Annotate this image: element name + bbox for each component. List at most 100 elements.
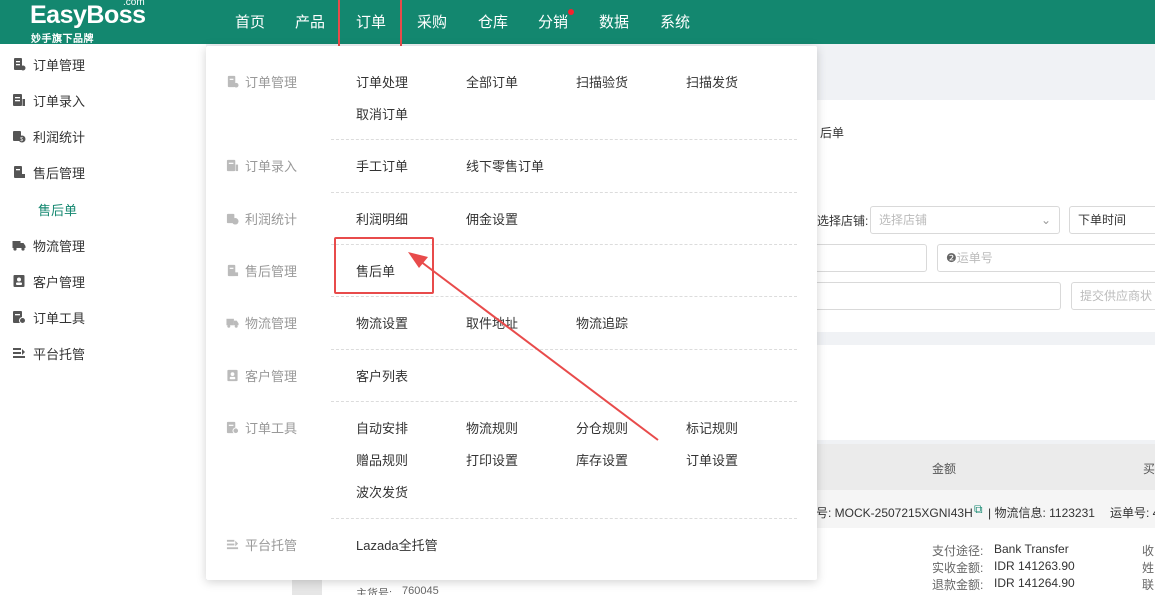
payment-label: 支付途径: bbox=[932, 544, 984, 558]
menu-link-logistics-settings[interactable]: 物流设置 bbox=[356, 313, 408, 332]
menu-group-label: 客户管理 bbox=[245, 369, 298, 384]
sidebar-item-aftersale-order[interactable]: 售后单 bbox=[0, 191, 206, 227]
menu-link-lazada-hosting[interactable]: Lazada全托管 bbox=[356, 535, 438, 554]
menu-link-profit-detail[interactable]: 利润明细 bbox=[356, 209, 408, 228]
menu-link-offline-retail[interactable]: 线下零售订单 bbox=[466, 156, 544, 175]
filter-input-2[interactable] bbox=[810, 282, 1061, 310]
sidebar-item-profit[interactable]: $ 利润统计 bbox=[0, 118, 206, 154]
sidebar-item-hosting[interactable]: 平台托管 bbox=[0, 335, 206, 371]
menu-group-order-tools: 订单工具 bbox=[226, 418, 297, 437]
nav-home[interactable]: 首页 bbox=[235, 11, 265, 32]
waybill-placeholder: 运单号 bbox=[956, 251, 993, 265]
menu-link-commission[interactable]: 佣金设置 bbox=[466, 209, 518, 228]
store-label: 选择店铺: bbox=[817, 214, 869, 228]
copy-icon[interactable]: ⧉ bbox=[974, 502, 983, 517]
menu-link-wave-shipping[interactable]: 波次发货 bbox=[356, 482, 408, 501]
nav-purchase[interactable]: 采购 bbox=[417, 11, 447, 32]
sidebar-item-label: 售后单 bbox=[38, 202, 78, 218]
order-info-bar: 号: MOCK-2507215XGNI43H ⧉ | 物流信息: 1123231… bbox=[816, 490, 1155, 528]
sidebar-item-label: 物流管理 bbox=[33, 238, 86, 254]
customer-icon bbox=[227, 369, 238, 382]
col-buyer: 买 bbox=[1143, 462, 1155, 476]
menu-link-customer-list[interactable]: 客户列表 bbox=[356, 366, 408, 385]
menu-link-scan-inspect[interactable]: 扫描验货 bbox=[576, 72, 628, 91]
menu-link-print-settings[interactable]: 打印设置 bbox=[466, 450, 518, 469]
waybill-input[interactable]: ❷运单号 bbox=[937, 244, 1155, 272]
menu-link-manual-order[interactable]: 手工订单 bbox=[356, 156, 408, 175]
order-detail: 支付途径: Bank Transfer 实收金额: IDR 141263.90 … bbox=[816, 528, 1155, 595]
menu-group-aftersale: 售后管理 bbox=[226, 261, 297, 280]
menu-link-mark-rules[interactable]: 标记规则 bbox=[686, 418, 738, 437]
menu-group-order-manage: 订单管理 bbox=[226, 72, 297, 91]
menu-link-order-process[interactable]: 订单处理 bbox=[356, 72, 408, 91]
sidebar-item-customer[interactable]: 客户管理 bbox=[0, 263, 206, 299]
sidebar-item-label: 售后管理 bbox=[33, 165, 86, 181]
menu-group-logistics: 物流管理 bbox=[226, 313, 297, 332]
menu-link-stock-settings[interactable]: 库存设置 bbox=[576, 450, 628, 469]
menu-group-label: 利润统计 bbox=[245, 212, 298, 227]
nav-product[interactable]: 产品 bbox=[295, 11, 325, 32]
sidebar-item-label: 平台托管 bbox=[33, 346, 86, 362]
hosting-icon bbox=[226, 539, 239, 550]
sidebar-item-order-tools[interactable]: 订单工具 bbox=[0, 299, 206, 335]
menu-link-logistics-tracking[interactable]: 物流追踪 bbox=[576, 313, 628, 332]
paid-label: 实收金额: bbox=[932, 561, 984, 575]
order-time-label: 下单时间 bbox=[1078, 213, 1127, 227]
order-number: 号: MOCK-2507215XGNI43H bbox=[816, 506, 973, 520]
brand-com: .com bbox=[123, 0, 145, 8]
sidebar-item-label: 订单管理 bbox=[33, 57, 86, 73]
menu-divider bbox=[331, 401, 797, 402]
menu-link-logistics-rules[interactable]: 物流规则 bbox=[466, 418, 518, 437]
nav-warehouse[interactable]: 仓库 bbox=[478, 11, 508, 32]
supplier-status-input[interactable]: 提交供应商状 bbox=[1071, 282, 1155, 310]
supplier-placeholder: 提交供应商状 bbox=[1080, 289, 1153, 303]
sku-value: 760045 bbox=[402, 585, 439, 595]
menu-group-label: 平台托管 bbox=[245, 538, 298, 553]
sidebar-item-order-manage[interactable]: 订单管理 bbox=[0, 46, 206, 82]
filter-input-blank[interactable] bbox=[810, 244, 927, 272]
menu-group-label: 订单录入 bbox=[245, 159, 298, 174]
menu-link-auto-arrange[interactable]: 自动安排 bbox=[356, 418, 408, 437]
menu-link-pickup-address[interactable]: 取件地址 bbox=[466, 313, 518, 332]
refund-label: 退款金额: bbox=[932, 578, 984, 592]
store-select[interactable]: 选择店铺 ⌄ bbox=[870, 206, 1060, 234]
payment-value: Bank Transfer bbox=[994, 542, 1069, 556]
menu-link-gift-rules[interactable]: 赠品规则 bbox=[356, 450, 408, 469]
highlight-aftersale-link bbox=[334, 237, 434, 294]
refund-value: IDR 141264.90 bbox=[994, 576, 1075, 590]
sidebar-item-aftersale[interactable]: 售后管理 bbox=[0, 154, 206, 190]
menu-link-scan-ship[interactable]: 扫描发货 bbox=[686, 72, 738, 91]
menu-group-profit: 利润统计 bbox=[226, 209, 297, 228]
hosting-icon bbox=[12, 346, 26, 360]
customer-icon bbox=[12, 274, 26, 288]
truck-icon bbox=[12, 238, 26, 252]
sidebar: 订单管理 订单录入 $ 利润统计 售后管理 售后单 物流管理 客户管理 订单工具… bbox=[0, 44, 206, 595]
contact-label: 联 bbox=[1142, 578, 1155, 592]
menu-divider bbox=[331, 296, 797, 297]
tool-icon bbox=[226, 421, 239, 434]
col-amount: 金额 bbox=[932, 462, 957, 476]
notification-dot bbox=[568, 9, 574, 15]
sidebar-item-logistics[interactable]: 物流管理 bbox=[0, 227, 206, 263]
sidebar-item-order-entry[interactable]: 订单录入 bbox=[0, 82, 206, 118]
menu-group-label: 物流管理 bbox=[245, 316, 298, 331]
waybill-info: 运单号: 4 bbox=[1110, 506, 1155, 520]
sidebar-item-label: 利润统计 bbox=[33, 129, 86, 145]
nav-system[interactable]: 系统 bbox=[660, 11, 690, 32]
order-time-select[interactable]: 下单时间 bbox=[1069, 206, 1155, 234]
table-header: 金额 买 bbox=[816, 444, 1155, 490]
row-bottom: 主货号: 760045 bbox=[206, 580, 816, 595]
menu-group-order-entry: 订单录入 bbox=[226, 156, 297, 175]
menu-link-cancel-order[interactable]: 取消订单 bbox=[356, 104, 408, 123]
menu-link-warehouse-rules[interactable]: 分仓规则 bbox=[576, 418, 628, 437]
menu-link-order-settings[interactable]: 订单设置 bbox=[686, 450, 738, 469]
chevron-down-icon: ⌄ bbox=[1040, 213, 1051, 227]
menu-divider bbox=[331, 139, 797, 140]
tool-icon bbox=[12, 310, 26, 324]
nav-data[interactable]: 数据 bbox=[599, 11, 629, 32]
nav-distribution[interactable]: 分销 bbox=[538, 11, 568, 32]
receiver-label: 收 bbox=[1142, 544, 1155, 558]
menu-link-all-orders[interactable]: 全部订单 bbox=[466, 72, 518, 91]
paid-value: IDR 141263.90 bbox=[994, 559, 1075, 573]
sidebar-item-label: 订单工具 bbox=[33, 310, 86, 326]
